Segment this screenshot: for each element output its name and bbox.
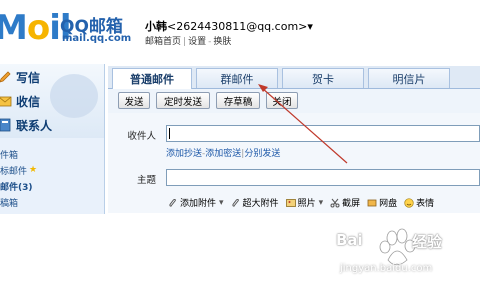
watermark-jingyan: 经验 [412,233,443,251]
watermark-url: jingyan.baidu.com [340,263,433,274]
watermark-brand: Bai [336,231,363,249]
